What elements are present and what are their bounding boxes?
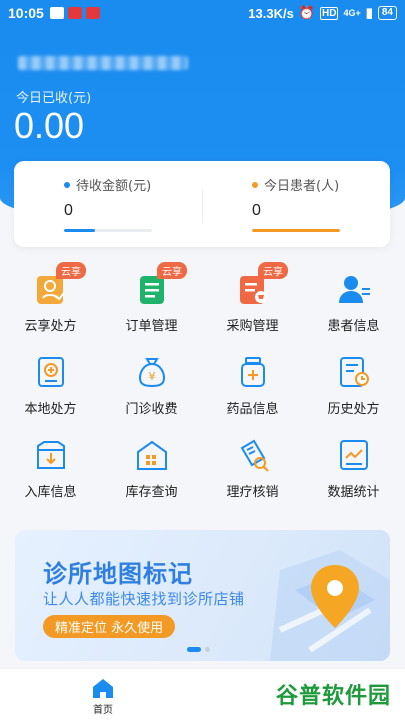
local-prescription-icon xyxy=(37,357,64,387)
stat-label: 待收金额(元) xyxy=(76,179,152,194)
grid-label: 库存查询 xyxy=(125,485,178,500)
tab-home-label: 首页 xyxy=(93,705,113,716)
watermark: 谷普软件园 xyxy=(269,676,397,712)
progress-fill xyxy=(252,229,340,232)
grid-label: 本地处方 xyxy=(24,402,77,417)
grid-label: 理疗核销 xyxy=(226,485,279,500)
notification-icon xyxy=(49,7,64,19)
grid-item-local-prescription[interactable]: 本地处方 xyxy=(0,345,101,428)
clinic-map-banner[interactable]: 诊所地图标记 让人人都能快速找到诊所店铺 精准定位 永久使用 xyxy=(15,530,390,661)
inbound-icon xyxy=(36,441,65,469)
clinic-name-blurred xyxy=(18,56,188,70)
grid-item-order[interactable]: 云享 订单管理 xyxy=(101,262,202,345)
dot-icon xyxy=(64,181,70,188)
today-income-value: 0.00 xyxy=(14,105,85,146)
grid-item-cloud-prescription[interactable]: 云享 云享处方 xyxy=(0,262,101,345)
hd-icon: HD xyxy=(320,6,339,20)
grid-item-medicine[interactable]: 药品信息 xyxy=(202,345,303,428)
grid-item-warehouse[interactable]: 库存查询 xyxy=(101,428,202,511)
battery-icon: 84 xyxy=(377,6,397,20)
grid-item-history[interactable]: 历史处方 xyxy=(303,345,404,428)
grid-item-outpatient-fee[interactable]: ¥ 门诊收费 xyxy=(101,345,202,428)
grid-item-patient[interactable]: 患者信息 xyxy=(303,262,404,345)
stat-value: 0 xyxy=(64,202,73,219)
function-grid: 云享 云享处方 云享 订单管理 云享 采购管理 患者信息 本地处方 ¥ 门诊收费… xyxy=(0,262,405,511)
today-income-label: 今日已收(元) xyxy=(16,91,92,106)
banner-pill: 精准定位 永久使用 xyxy=(43,615,176,638)
stat-pending-amount[interactable]: 待收金额(元) 0 xyxy=(64,175,224,232)
status-time: 10:05 xyxy=(8,5,44,21)
status-bar: 10:05 13.3K/s ⏰ HD 4G+ ▮ 84 xyxy=(0,0,405,26)
badge-cloud: 云享 xyxy=(56,262,86,279)
grid-item-statistics[interactable]: 数据统计 xyxy=(303,428,404,511)
badge-cloud: 云享 xyxy=(258,262,288,279)
stat-today-patients[interactable]: 今日患者(人) 0 xyxy=(252,175,405,232)
stat-label: 今日患者(人) xyxy=(264,179,340,194)
notification-icon xyxy=(67,7,82,19)
notification-icon xyxy=(85,7,100,19)
grid-label: 门诊收费 xyxy=(125,402,178,417)
map-illustration xyxy=(270,550,390,661)
dot-icon xyxy=(252,181,258,188)
carousel-dot-active[interactable] xyxy=(187,647,201,652)
alarm-icon: ⏰ xyxy=(298,5,315,20)
banner-title: 诊所地图标记 xyxy=(43,560,193,588)
stats-icon xyxy=(339,440,368,470)
warehouse-icon xyxy=(136,440,167,470)
badge-cloud: 云享 xyxy=(157,262,187,279)
money-bag-icon: ¥ xyxy=(138,358,165,388)
history-icon xyxy=(339,357,369,387)
svg-text:¥: ¥ xyxy=(148,370,155,383)
progress-fill xyxy=(64,229,95,232)
grid-label: 历史处方 xyxy=(327,402,380,417)
stat-value: 0 xyxy=(252,202,261,219)
tab-home[interactable]: 首页 xyxy=(83,677,123,716)
ticket-check-icon xyxy=(240,439,269,472)
carousel-dot[interactable] xyxy=(205,647,210,652)
grid-label: 采购管理 xyxy=(226,319,279,334)
progress-track xyxy=(252,229,340,232)
grid-label: 云享处方 xyxy=(24,319,77,334)
signal-icon: ▮ xyxy=(365,5,373,20)
carousel-indicator xyxy=(187,647,210,652)
grid-item-inbound[interactable]: 入库信息 xyxy=(0,428,101,511)
banner-subtitle: 让人人都能快速找到诊所店铺 xyxy=(43,590,245,608)
stats-card: 待收金额(元) 0 今日患者(人) 0 xyxy=(14,161,390,247)
divider xyxy=(202,189,203,223)
grid-label: 药品信息 xyxy=(226,402,279,417)
network-speed: 13.3K/s xyxy=(248,5,294,21)
grid-label: 入库信息 xyxy=(24,485,77,500)
home-icon xyxy=(93,679,113,698)
grid-item-purchase[interactable]: 云享 采购管理 xyxy=(202,262,303,345)
progress-track xyxy=(64,229,152,232)
grid-label: 患者信息 xyxy=(327,319,380,334)
network-type: 4G+ xyxy=(343,8,361,18)
grid-label: 数据统计 xyxy=(327,485,380,500)
medicine-icon xyxy=(240,357,265,387)
grid-item-therapy-verify[interactable]: 理疗核销 xyxy=(202,428,303,511)
patient-icon xyxy=(338,276,370,303)
grid-label: 订单管理 xyxy=(125,319,178,334)
